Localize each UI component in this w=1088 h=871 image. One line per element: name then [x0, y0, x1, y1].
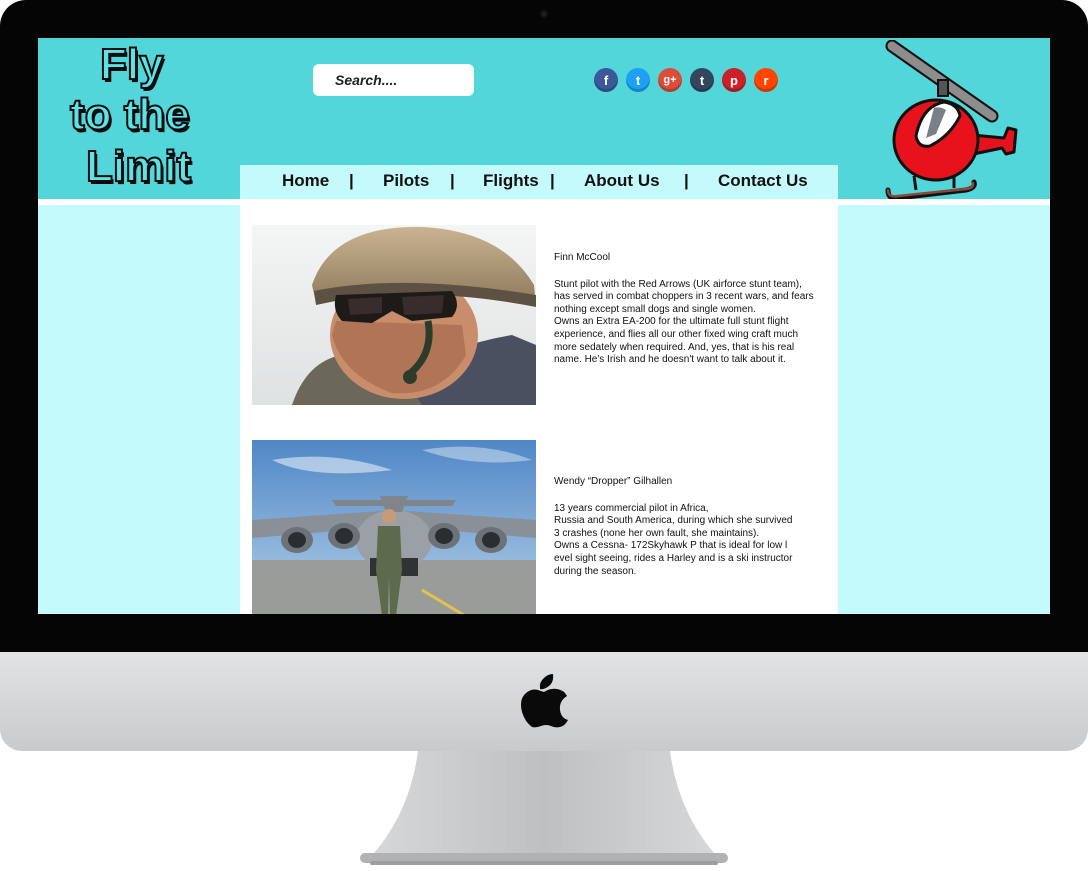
pilots-content: Finn McCool Stunt pilot with the Red Arr… [240, 205, 838, 614]
apple-logo-icon [521, 674, 568, 728]
twitter-glyph: t [635, 72, 641, 88]
search-input[interactable]: Search.... [313, 64, 474, 96]
search-placeholder: Search.... [335, 72, 398, 88]
nav-separator: | [349, 171, 354, 190]
reddit-icon[interactable]: r [754, 68, 778, 92]
nav-home[interactable]: Home [282, 171, 329, 191]
nav-pilots[interactable]: Pilots [383, 171, 429, 191]
site-logo[interactable]: Fly to the Limit [64, 38, 234, 198]
helicopter-icon [885, 40, 1018, 200]
main-nav: Home | Pilots | Flights | About Us | Con… [240, 165, 838, 199]
tumblr-glyph: t [699, 72, 705, 88]
pilot-name: Wendy “Dropper” Gilhallen [554, 476, 673, 487]
nav-separator: | [450, 171, 455, 190]
facebook-icon[interactable]: f [594, 68, 618, 92]
tumblr-icon[interactable]: t [690, 68, 714, 92]
pinterest-glyph: p [730, 72, 738, 88]
pilot-photo-wendy [252, 440, 536, 614]
nav-contact-us[interactable]: Contact Us [718, 171, 808, 191]
reddit-glyph: r [763, 72, 769, 88]
google-plus-icon[interactable]: g+ [658, 68, 682, 92]
pinterest-icon[interactable]: p [722, 68, 746, 92]
browser-screen: Fly to the Limit Search.... f t g+ t p r [38, 38, 1050, 614]
twitter-icon[interactable]: t [626, 68, 650, 92]
pilot-name: Finn McCool [554, 252, 611, 263]
pilot-description: Stunt pilot with the Red Arrows (UK airf… [554, 278, 814, 366]
social-links: f t g+ t p r [594, 68, 778, 92]
logo-line-2: to the [69, 89, 191, 140]
nav-flights[interactable]: Flights [483, 171, 539, 191]
nav-about-us[interactable]: About Us [584, 171, 660, 191]
site-header: Fly to the Limit Search.... f t g+ t p r [38, 38, 1050, 200]
nav-separator: | [550, 171, 555, 190]
pilot-bio-wendy: Wendy “Dropper” Gilhallen 13 years comme… [554, 476, 834, 578]
monitor-stand [360, 751, 728, 865]
google-plus-glyph: g+ [663, 74, 677, 86]
logo-line-3: Limit [85, 141, 192, 192]
pilot-photo-finn [252, 225, 536, 405]
facebook-glyph: f [603, 72, 609, 88]
pilot-bio-finn: Finn McCool Stunt pilot with the Red Arr… [554, 252, 834, 367]
pilot-description: 13 years commercial pilot in Africa, Rus… [554, 502, 793, 577]
camera-icon [540, 10, 548, 18]
nav-separator: | [684, 171, 689, 190]
logo-line-1: Fly [99, 39, 165, 90]
